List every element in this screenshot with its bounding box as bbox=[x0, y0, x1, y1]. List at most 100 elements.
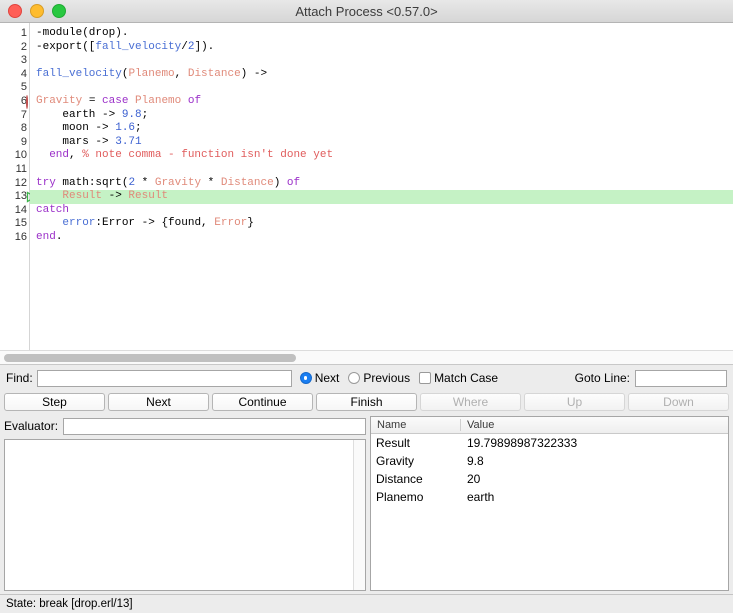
table-row[interactable]: Result 19.79898987322333 bbox=[371, 434, 728, 452]
goto-line-label: Goto Line: bbox=[574, 371, 630, 385]
radio-next-label: Next bbox=[314, 371, 340, 385]
code-line-13[interactable]: Result -> Result bbox=[30, 190, 733, 204]
radio-previous[interactable] bbox=[348, 372, 361, 384]
close-button[interactable] bbox=[8, 4, 22, 18]
step-button[interactable]: Step bbox=[4, 393, 105, 411]
table-row[interactable]: Planemo earth bbox=[371, 488, 728, 506]
line-number-7[interactable]: 7 bbox=[0, 109, 29, 123]
line-number-14[interactable]: 14 bbox=[0, 204, 29, 218]
evaluator-pane: Evaluator: bbox=[4, 413, 366, 594]
editor-horizontal-scrollbar[interactable] bbox=[0, 350, 733, 365]
variables-table[interactable]: Name Value Result 19.79898987322333 Gravit… bbox=[370, 416, 729, 591]
code-line-6[interactable]: Gravity = case Planemo of bbox=[30, 95, 733, 109]
code-line-1[interactable]: -module(drop). bbox=[30, 27, 733, 41]
column-header-value[interactable]: Value bbox=[461, 419, 728, 431]
where-button: Where bbox=[420, 393, 521, 411]
find-bar: Find: Next Previous Match Case Goto Line… bbox=[0, 365, 733, 391]
table-row[interactable]: Distance 20 bbox=[371, 470, 728, 488]
line-number-6[interactable]: 6 bbox=[0, 94, 29, 109]
line-number-9[interactable]: 9 bbox=[0, 136, 29, 150]
scrollbar-thumb[interactable] bbox=[4, 353, 296, 362]
match-case-checkbox[interactable] bbox=[419, 372, 432, 384]
code-token: error bbox=[62, 217, 96, 230]
line-number-gutter[interactable]: 1 2 3 4 5 6 7 8 9 10 11 12 13 14 15 16 bbox=[0, 23, 37, 350]
code-token: Result bbox=[62, 190, 103, 203]
code-token: fall_velocity bbox=[36, 67, 122, 80]
code-token: / bbox=[181, 40, 188, 53]
code-line-3[interactable] bbox=[30, 54, 733, 68]
line-number-4[interactable]: 4 bbox=[0, 68, 29, 82]
code-line-11[interactable] bbox=[30, 163, 733, 177]
evaluator-vertical-scrollbar[interactable] bbox=[353, 440, 365, 590]
code-token: -> bbox=[102, 190, 129, 203]
table-row[interactable]: Gravity 9.8 bbox=[371, 452, 728, 470]
goto-line-input[interactable] bbox=[635, 369, 727, 387]
lower-panes: Evaluator: Name Value Result 19.798989873… bbox=[0, 413, 733, 594]
attach-process-window: Attach Process <0.57.0> 1 2 3 4 5 6 7 8 9 10 11 12 1… bbox=[0, 0, 733, 613]
variables-pane: Name Value Result 19.79898987322333 Gravit… bbox=[370, 413, 729, 594]
radio-next[interactable] bbox=[299, 372, 312, 384]
source-code-editor[interactable]: 1 2 3 4 5 6 7 8 9 10 11 12 13 14 15 16 -module(drop). -e… bbox=[0, 23, 733, 350]
finish-button[interactable]: Finish bbox=[316, 393, 417, 411]
match-case-label: Match Case bbox=[434, 371, 499, 385]
code-token: of bbox=[286, 176, 301, 189]
code-line-15[interactable]: error:Error -> {found, Error} bbox=[30, 217, 733, 231]
code-line-10[interactable]: end, % note comma - function isn't done … bbox=[30, 149, 733, 163]
code-token: math:sqrt( bbox=[55, 176, 129, 189]
minimize-button[interactable] bbox=[30, 4, 44, 18]
code-token: ) bbox=[273, 176, 287, 189]
code-line-12[interactable]: try math:sqrt(2 * Gravity * Distance) of bbox=[30, 177, 733, 191]
variable-value: earth bbox=[467, 490, 495, 504]
code-token: end bbox=[36, 230, 56, 243]
line-number-2[interactable]: 2 bbox=[0, 41, 29, 55]
column-header-name[interactable]: Name bbox=[371, 419, 461, 431]
line-number-8[interactable]: 8 bbox=[0, 122, 29, 136]
code-token: end bbox=[49, 149, 70, 162]
line-number-13[interactable]: 13 bbox=[0, 190, 37, 204]
code-token: mars -> bbox=[36, 135, 116, 148]
code-token: ) -> bbox=[240, 67, 268, 80]
code-token: fall_velocity bbox=[95, 40, 182, 53]
code-line-8[interactable]: moon -> 1.6; bbox=[30, 122, 733, 136]
evaluator-input[interactable] bbox=[63, 417, 366, 435]
code-token: 1.6 bbox=[115, 122, 136, 135]
code-token: . bbox=[55, 230, 63, 243]
line-number-1[interactable]: 1 bbox=[0, 27, 29, 41]
code-lines[interactable]: -module(drop). -export([fall_velocity/2])… bbox=[30, 23, 733, 350]
code-token: Distance bbox=[187, 67, 241, 80]
code-line-4[interactable]: fall_velocity(Planemo, Distance) -> bbox=[30, 68, 733, 82]
code-token: } bbox=[247, 217, 254, 230]
line-number-12[interactable]: 12 bbox=[0, 177, 29, 191]
code-line-14[interactable]: catch bbox=[30, 204, 733, 218]
line-number-3[interactable]: 3 bbox=[0, 54, 29, 68]
code-token: -module(drop). bbox=[36, 27, 129, 39]
line-number-16[interactable]: 16 bbox=[0, 231, 29, 245]
code-line-2[interactable]: -export([fall_velocity/2]). bbox=[30, 41, 733, 55]
line-number-15[interactable]: 15 bbox=[0, 217, 29, 231]
evaluator-output-area[interactable] bbox=[4, 439, 366, 591]
code-token: ; bbox=[135, 122, 142, 135]
code-token: try bbox=[36, 176, 56, 189]
line-number-10[interactable]: 10 bbox=[0, 149, 29, 163]
code-line-16[interactable]: end. bbox=[30, 231, 733, 245]
code-token: * bbox=[201, 176, 221, 189]
variable-name: Planemo bbox=[376, 490, 424, 504]
variable-value: 9.8 bbox=[467, 454, 484, 468]
next-button[interactable]: Next bbox=[108, 393, 209, 411]
code-line-5[interactable] bbox=[30, 81, 733, 95]
down-button: Down bbox=[628, 393, 729, 411]
line-number-11[interactable]: 11 bbox=[0, 163, 29, 177]
continue-button[interactable]: Continue bbox=[212, 393, 313, 411]
code-line-9[interactable]: mars -> 3.71 bbox=[30, 136, 733, 150]
search-input[interactable] bbox=[36, 369, 292, 387]
line-number-5[interactable]: 5 bbox=[0, 81, 29, 95]
code-token: % note comma - function isn't done yet bbox=[82, 149, 334, 162]
code-token: 9.8 bbox=[121, 108, 142, 121]
code-line-7[interactable]: earth -> 9.8; bbox=[30, 109, 733, 123]
evaluator-label: Evaluator: bbox=[4, 419, 59, 433]
zoom-button[interactable] bbox=[52, 4, 66, 18]
